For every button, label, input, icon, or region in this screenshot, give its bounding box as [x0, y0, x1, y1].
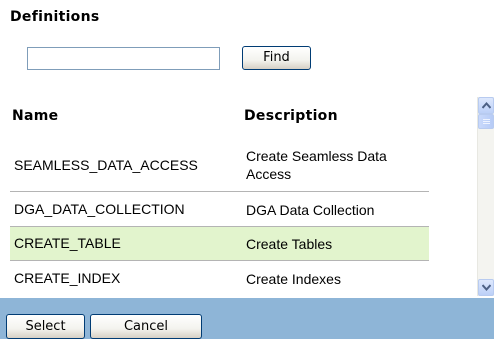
- find-button[interactable]: Find: [242, 46, 311, 70]
- definitions-title: Definitions: [10, 9, 100, 25]
- dialog-footer: Select Cancel: [0, 298, 494, 339]
- scroll-down-button[interactable]: [478, 279, 494, 296]
- thumb-grip-line: [483, 119, 490, 120]
- row-description: DGA Data Collection: [246, 202, 375, 218]
- table-row[interactable]: CREATE_INDEX Create Indexes: [10, 261, 429, 297]
- column-header-name: Name: [12, 108, 59, 124]
- table-row-selected[interactable]: CREATE_TABLE Create Tables: [10, 227, 429, 261]
- table-row[interactable]: DGA_DATA_COLLECTION DGA Data Collection: [10, 192, 429, 227]
- scroll-thumb[interactable]: [478, 114, 494, 129]
- triangle-down-icon: [482, 284, 491, 291]
- column-header-description: Description: [244, 108, 338, 124]
- select-button[interactable]: Select: [6, 314, 85, 339]
- row-name: CREATE_INDEX: [14, 270, 121, 286]
- row-description: Create Indexes: [246, 271, 341, 287]
- table-row[interactable]: SEAMLESS_DATA_ACCESS Create Seamless Dat…: [10, 137, 429, 192]
- scroll-up-button[interactable]: [478, 97, 494, 114]
- vertical-scrollbar[interactable]: [477, 97, 494, 296]
- row-name: CREATE_TABLE: [14, 235, 121, 251]
- definitions-list: SEAMLESS_DATA_ACCESS Create Seamless Dat…: [10, 137, 429, 297]
- thumb-grip-line: [483, 121, 490, 122]
- search-input[interactable]: [27, 47, 220, 70]
- row-name: SEAMLESS_DATA_ACCESS: [14, 157, 198, 173]
- row-description: Create Seamless Data Access: [246, 148, 387, 182]
- triangle-up-icon: [482, 102, 491, 109]
- row-description: Create Tables: [246, 236, 333, 252]
- cancel-button[interactable]: Cancel: [90, 314, 202, 339]
- row-name: DGA_DATA_COLLECTION: [14, 201, 185, 217]
- thumb-grip-line: [483, 123, 490, 124]
